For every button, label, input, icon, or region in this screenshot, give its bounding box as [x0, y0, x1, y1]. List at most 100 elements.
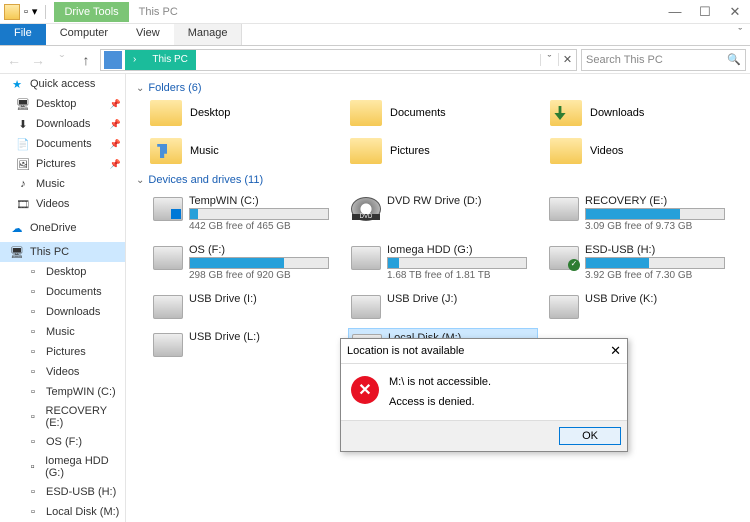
breadcrumb-root[interactable]: › [125, 50, 144, 70]
folder-documents[interactable]: Documents [350, 100, 510, 126]
pin-icon: 📌 [110, 139, 121, 150]
pc-item[interactable]: ▫ RECOVERY (E:) [0, 402, 125, 432]
pc-item[interactable]: ▫ OS (F:) [0, 432, 125, 452]
pin-icon: 📌 [110, 159, 121, 170]
sidebar-this-pc[interactable]: 🖥This PC [0, 242, 125, 262]
contextual-tab-drive-tools[interactable]: Drive Tools [54, 2, 128, 22]
folder-videos[interactable]: Videos [550, 138, 710, 164]
capacity-bar [387, 257, 527, 269]
qat-dropdown-icon[interactable]: ▾ [32, 5, 38, 18]
drive-item[interactable]: USB Drive (K:) [546, 290, 736, 322]
pc-item[interactable]: ▫ Downloads [0, 302, 125, 322]
ribbon-expand-button[interactable]: ˇ [730, 24, 750, 45]
drive-item[interactable]: USB Drive (I:) [150, 290, 340, 322]
error-icon: ✕ [351, 376, 379, 404]
pc-item[interactable]: ▫ Videos [0, 362, 125, 382]
sidebar-onedrive[interactable]: ☁OneDrive [0, 218, 125, 238]
capacity-bar [585, 208, 725, 220]
tab-view[interactable]: View [122, 24, 174, 45]
pc-item[interactable]: ▫ Music [0, 322, 125, 342]
dialog-msg-1: M:\ is not accessible. [389, 376, 491, 388]
cloud-icon: ☁ [10, 221, 24, 235]
qat-properties-icon[interactable]: ▫ [24, 6, 28, 18]
star-icon: ★ [10, 77, 24, 91]
address-bar[interactable]: › This PC ˇ ✕ [100, 49, 577, 71]
window-controls: — ☐ ✕ [660, 0, 750, 24]
drive-name: RECOVERY (E:) [585, 195, 733, 207]
item-icon: ▫ [26, 505, 40, 519]
qa-item-desktop[interactable]: 🖥 Desktop 📌 [0, 94, 125, 114]
maximize-button[interactable]: ☐ [690, 0, 720, 24]
folder-pictures[interactable]: Pictures [350, 138, 510, 164]
close-button[interactable]: ✕ [720, 0, 750, 24]
forward-button[interactable]: → [28, 52, 48, 68]
pc-item[interactable]: ▫ Documents [0, 282, 125, 302]
ribbon: File Computer View Manage ˇ [0, 24, 750, 46]
pc-item[interactable]: ▫ ESD-USB (H:) [0, 482, 125, 502]
back-button[interactable]: ← [4, 52, 24, 68]
folder-music[interactable]: Music [150, 138, 310, 164]
error-dialog: Location is not available ✕ ✕ M:\ is not… [340, 338, 628, 452]
pc-item[interactable]: ▫ Local Disk (M:) [0, 502, 125, 522]
drive-name: TempWIN (C:) [189, 195, 337, 207]
drive-item[interactable]: ESD-USB (H:) 3.92 GB free of 7.30 GB [546, 241, 736, 284]
minimize-button[interactable]: — [660, 0, 690, 24]
ok-button[interactable]: OK [559, 427, 621, 445]
desktop-icon: 🖥 [16, 97, 30, 111]
capacity-bar [189, 257, 329, 269]
item-icon: ▫ [26, 365, 40, 379]
pc-item[interactable]: ▫ Desktop [0, 262, 125, 282]
drive-icon [351, 246, 381, 270]
capacity-bar [189, 208, 329, 220]
address-clear-button[interactable]: ✕ [558, 53, 576, 66]
downloads-icon: ⬇ [16, 117, 30, 131]
dropdown-icon[interactable]: ˇ [52, 52, 72, 68]
drive-item[interactable]: Iomega HDD (G:) 1.68 TB free of 1.81 TB [348, 241, 538, 284]
pin-icon: 📌 [110, 99, 121, 110]
tab-file[interactable]: File [0, 24, 46, 45]
navigation-bar: ← → ˇ ↑ › This PC ˇ ✕ Search This PC 🔍 [0, 46, 750, 74]
breadcrumb-this-pc[interactable]: This PC [144, 50, 196, 70]
address-dropdown-button[interactable]: ˇ [540, 54, 558, 66]
drive-item[interactable]: DVD RW Drive (D:) [348, 192, 538, 235]
folders-row: Desktop Documents Downloads [136, 96, 740, 134]
folder-desktop[interactable]: Desktop [150, 100, 310, 126]
qa-item-documents[interactable]: 📄 Documents 📌 [0, 134, 125, 154]
pc-item[interactable]: ▫ Iomega HDD (G:) [0, 452, 125, 482]
drive-free-text: 1.68 TB free of 1.81 TB [387, 270, 535, 281]
drive-item[interactable]: OS (F:) 298 GB free of 920 GB [150, 241, 340, 284]
up-button[interactable]: ↑ [76, 52, 96, 68]
drives-header[interactable]: Devices and drives (11) [136, 172, 740, 188]
folder-icon [550, 138, 582, 164]
dialog-msg-2: Access is denied. [389, 396, 491, 408]
dialog-close-button[interactable]: ✕ [610, 343, 621, 359]
tab-computer[interactable]: Computer [46, 24, 122, 45]
monitor-icon: 🖥 [10, 245, 24, 259]
pc-item[interactable]: ▫ TempWIN (C:) [0, 382, 125, 402]
drive-item[interactable]: USB Drive (L:) [150, 328, 340, 373]
search-box[interactable]: Search This PC 🔍 [581, 49, 746, 71]
drive-item[interactable]: TempWIN (C:) 442 GB free of 465 GB [150, 192, 340, 235]
folder-downloads[interactable]: Downloads [550, 100, 710, 126]
dialog-message: M:\ is not accessible. Access is denied. [389, 376, 491, 408]
dialog-title-bar[interactable]: Location is not available ✕ [341, 339, 627, 364]
drive-item[interactable]: USB Drive (J:) [348, 290, 538, 322]
sidebar-quick-access[interactable]: ★Quick access [0, 74, 125, 94]
music-icon: ♪ [16, 177, 30, 191]
title-bar: ▫ ▾ Drive Tools This PC — ☐ ✕ [0, 0, 750, 24]
pc-item[interactable]: ▫ Pictures [0, 342, 125, 362]
qa-item-music[interactable]: ♪ Music [0, 174, 125, 194]
folders-header[interactable]: Folders (6) [136, 80, 740, 96]
folder-icon [350, 100, 382, 126]
qa-item-pictures[interactable]: 🖼 Pictures 📌 [0, 154, 125, 174]
drive-free-text: 298 GB free of 920 GB [189, 270, 337, 281]
qa-item-downloads[interactable]: ⬇ Downloads 📌 [0, 114, 125, 134]
drive-icon [549, 246, 579, 270]
capacity-bar [585, 257, 725, 269]
drive-item[interactable]: RECOVERY (E:) 3.09 GB free of 9.73 GB [546, 192, 736, 235]
qa-item-videos[interactable]: 🎞 Videos [0, 194, 125, 214]
folder-icon [150, 138, 182, 164]
tab-manage[interactable]: Manage [174, 24, 243, 45]
drive-icon [351, 295, 381, 319]
drive-free-text: 442 GB free of 465 GB [189, 221, 337, 232]
